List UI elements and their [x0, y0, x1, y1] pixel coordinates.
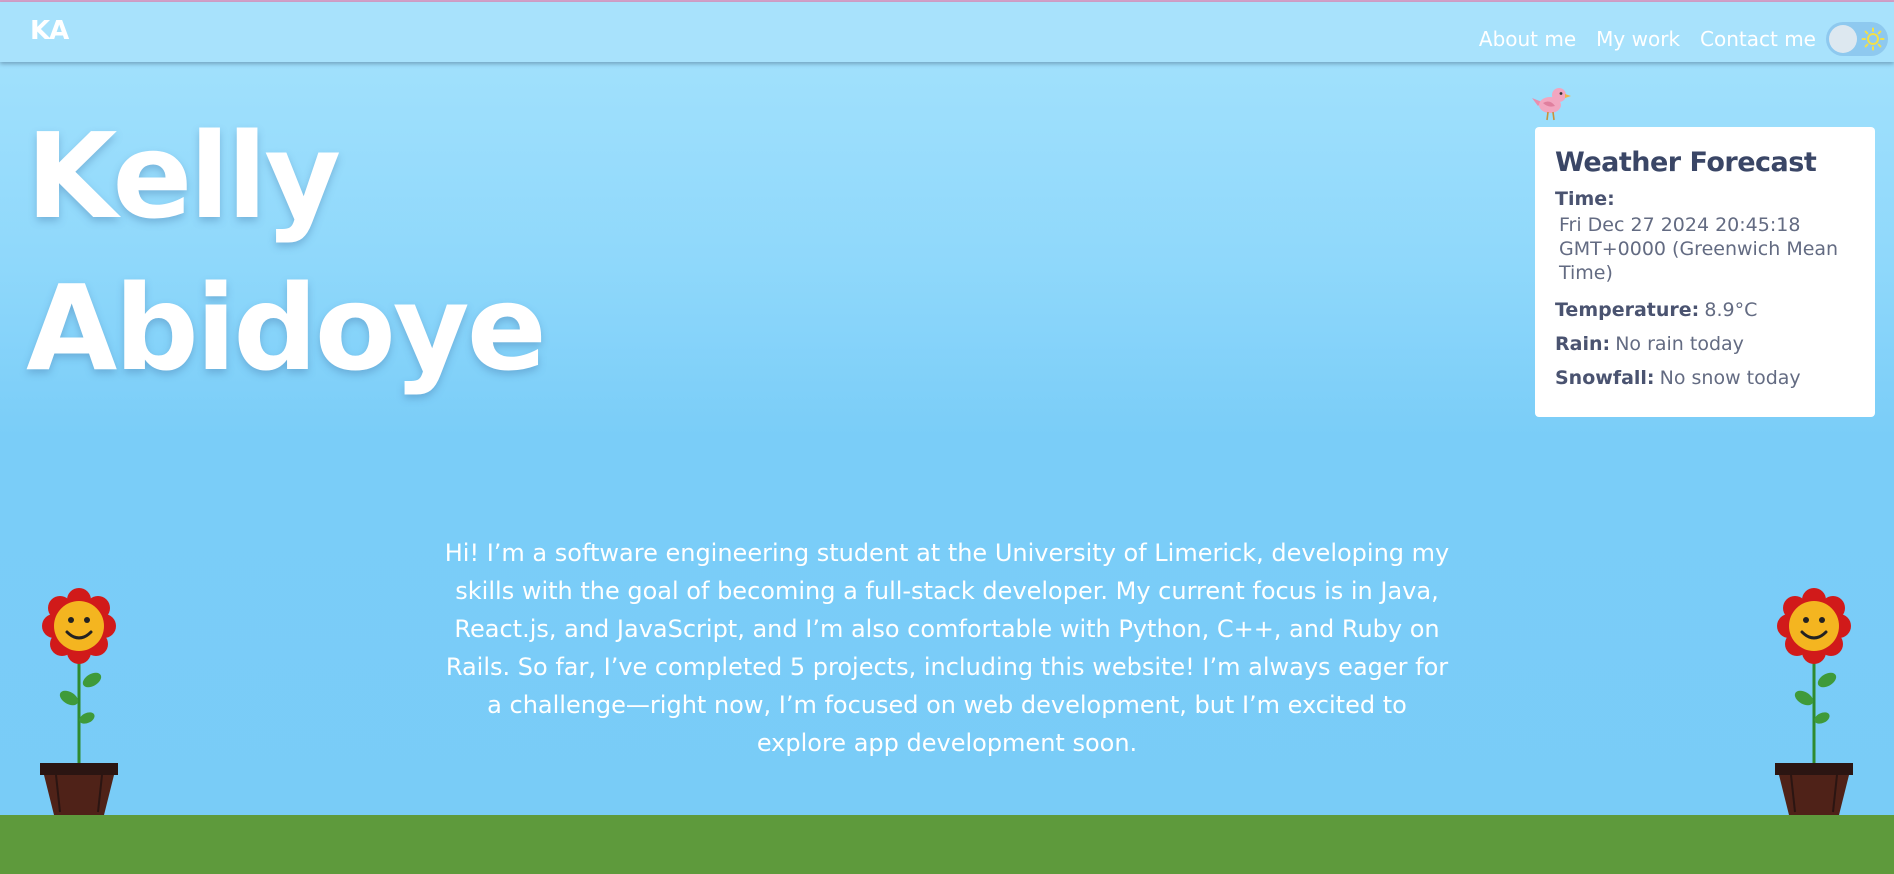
temperature-value: 8.9°C [1704, 299, 1758, 321]
rain-row: Rain: No rain today [1555, 333, 1855, 355]
time-label: Time: [1555, 188, 1615, 210]
flower-icon [1775, 588, 1853, 815]
nav-link-work[interactable]: My work [1596, 27, 1680, 51]
flower-icon [40, 588, 118, 815]
nav-link-about[interactable]: About me [1479, 27, 1576, 51]
snowfall-value: No snow today [1659, 367, 1801, 389]
hero-name: Kelly Abidoye [26, 100, 547, 404]
theme-toggle[interactable] [1826, 22, 1888, 56]
weather-card: Weather Forecast Time: Fri Dec 27 2024 2… [1535, 127, 1875, 417]
navbar: KA About me My work Contact me [0, 2, 1894, 62]
toggle-knob [1829, 25, 1857, 53]
sun-icon [1861, 27, 1885, 51]
about-text: Hi! I’m a software engineering student a… [444, 539, 1450, 757]
temperature-row: Temperature: 8.9°C [1555, 299, 1855, 321]
snowfall-label: Snowfall: [1555, 367, 1655, 389]
logo[interactable]: KA [30, 16, 69, 46]
ground [0, 815, 1894, 874]
weather-title: Weather Forecast [1555, 147, 1817, 178]
bird-icon [1532, 88, 1571, 121]
snowfall-row: Snowfall: No snow today [1555, 367, 1855, 389]
rain-value: No rain today [1615, 333, 1744, 355]
temperature-label: Temperature: [1555, 299, 1700, 321]
nav-links: About me My work Contact me [1479, 27, 1816, 51]
rain-label: Rain: [1555, 333, 1611, 355]
time-value: Fri Dec 27 2024 20:45:18 GMT+0000 (Green… [1559, 214, 1839, 284]
hero-last-name: Abidoye [26, 259, 547, 397]
hero-first-name: Kelly [26, 107, 341, 245]
nav-link-contact[interactable]: Contact me [1700, 27, 1816, 51]
